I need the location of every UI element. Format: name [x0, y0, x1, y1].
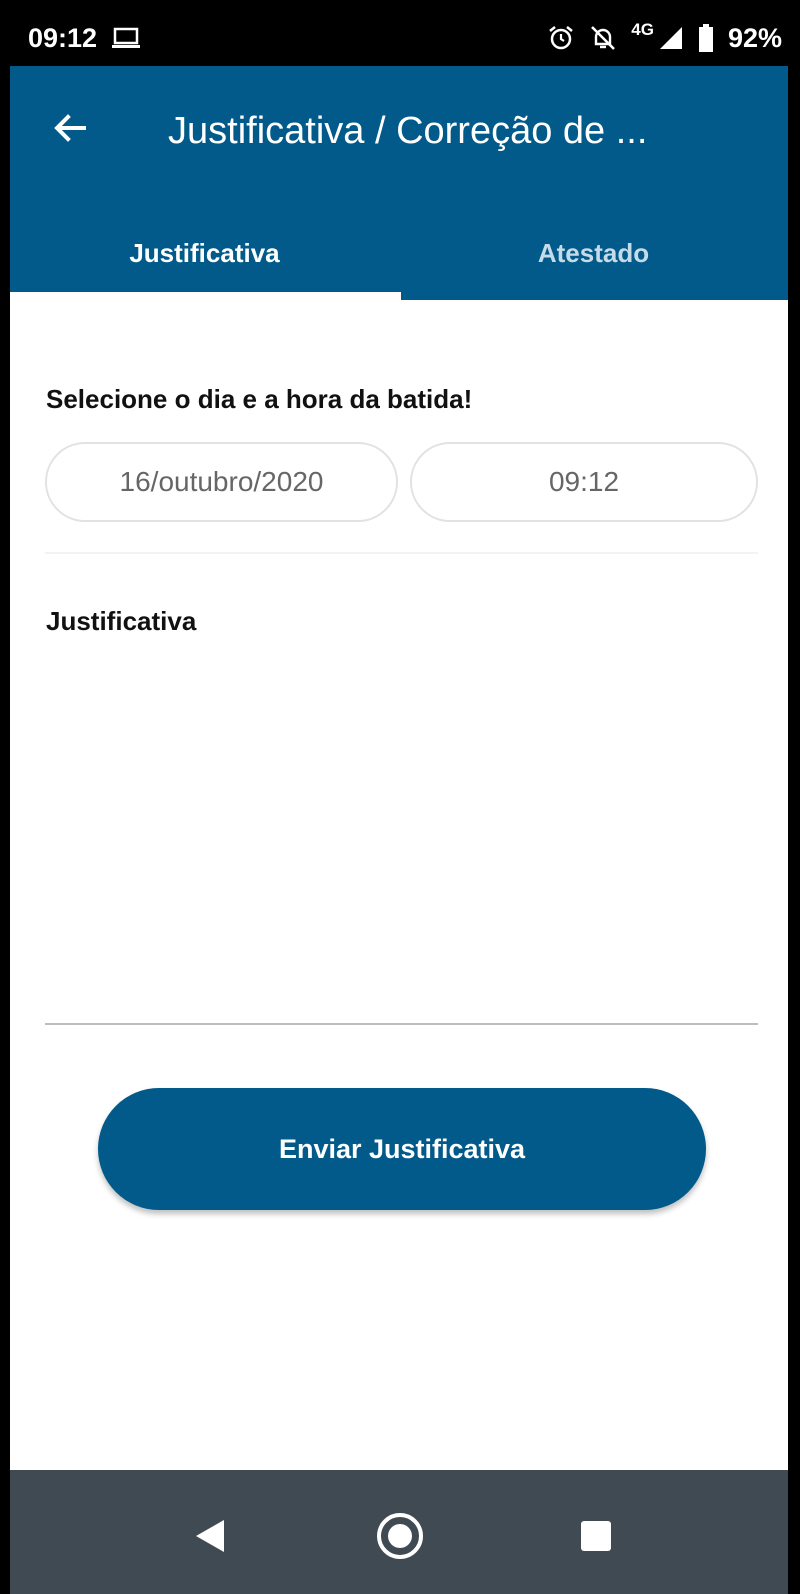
send-justification-button[interactable]: Enviar Justificativa — [98, 1088, 706, 1210]
app-screen: 09:12 4G 92% Justificativa / Correção de… — [10, 10, 788, 1594]
tab-atestado[interactable]: Atestado — [399, 206, 788, 300]
status-bar-right: 4G 92% — [533, 20, 782, 54]
tab-justificativa[interactable]: Justificativa — [10, 206, 399, 300]
tab-label: Justificativa — [129, 237, 280, 268]
nav-home-icon[interactable] — [370, 1506, 430, 1566]
app-bar: Justificativa / Correção de ... Justific… — [10, 66, 788, 300]
nav-back-icon[interactable] — [180, 1506, 240, 1566]
status-bar: 09:12 4G 92% — [10, 10, 788, 66]
notifications-off-icon — [591, 26, 616, 50]
status-bar-left: 09:12 — [28, 23, 141, 54]
active-tab-indicator — [10, 292, 401, 300]
status-time: 09:12 — [28, 22, 98, 53]
arrow-left-icon — [54, 114, 86, 142]
battery-level: 92% — [727, 22, 782, 53]
alarm-icon — [549, 26, 574, 50]
tab-label: Atestado — [537, 237, 650, 268]
justification-input[interactable] — [45, 650, 758, 1025]
date-time-section-label: Selecione o dia e a hora da batida! — [46, 384, 473, 414]
laptop-icon — [112, 27, 141, 48]
page-title: Justificativa / Correção de ... — [168, 110, 648, 152]
back-button[interactable] — [44, 102, 96, 154]
network-type: 4G — [631, 20, 654, 39]
system-nav-bar — [10, 1470, 788, 1594]
time-picker-field[interactable]: 09:12 — [410, 442, 758, 522]
date-picker-field[interactable]: 16/outubro/2020 — [45, 442, 398, 522]
battery-icon — [698, 24, 713, 52]
nav-recents-icon[interactable] — [566, 1506, 626, 1566]
time-value: 09:12 — [548, 466, 620, 497]
justification-label: Justificativa — [46, 606, 197, 636]
signal-icon — [659, 27, 682, 49]
divider — [45, 552, 758, 554]
date-value: 16/outubro/2020 — [119, 466, 324, 497]
